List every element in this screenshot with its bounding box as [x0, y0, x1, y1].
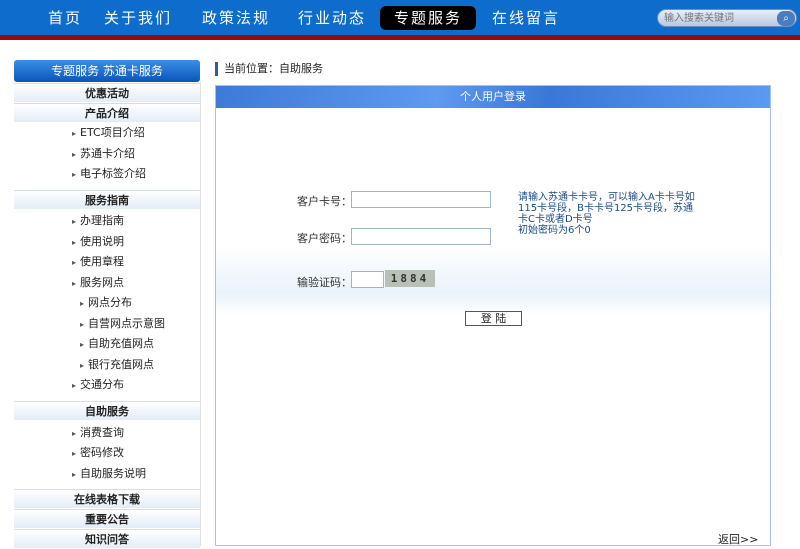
sidebar-section-forms[interactable]: 在线表格下载	[14, 489, 200, 508]
captcha-label: 输验证码：	[297, 276, 352, 289]
sidebar-subitem[interactable]: 自助充值网点	[80, 335, 154, 353]
sidebar-item[interactable]: 电子标签介绍	[72, 165, 146, 183]
sidebar-section-self-service[interactable]: 自助服务	[14, 401, 200, 420]
sidebar-item[interactable]: 交通分布	[72, 376, 124, 394]
sidebar-section-promotions[interactable]: 优惠活动	[14, 83, 200, 102]
card-number-input[interactable]	[351, 191, 491, 208]
top-nav: 首页 关于我们 政策法规 行业动态 专题服务 在线留言 ⌕	[0, 0, 800, 35]
nav-services[interactable]: 专题服务	[380, 6, 477, 30]
sidebar-subitem[interactable]: 网点分布	[80, 294, 132, 312]
search-icon[interactable]: ⌕	[777, 11, 795, 26]
sidebar-item[interactable]: 消费查询	[72, 424, 124, 442]
back-link[interactable]: 返回>>	[718, 531, 758, 547]
card-label: 客户卡号：	[297, 195, 352, 208]
captcha-input[interactable]	[351, 271, 384, 288]
card-hint: 请输入苏通卡卡号，可以输入A卡卡号如115卡号段，B卡卡号125卡号段，苏通卡C…	[518, 192, 695, 225]
nav-news[interactable]: 行业动态	[298, 6, 366, 30]
sidebar-section-faq[interactable]: 知识问答	[14, 529, 200, 548]
password-label: 客户密码：	[297, 232, 352, 245]
sidebar-item[interactable]: 使用说明	[72, 233, 124, 251]
sidebar-title: 专题服务 苏通卡服务	[14, 60, 200, 82]
sidebar-section-guide[interactable]: 服务指南	[14, 190, 200, 209]
password-input[interactable]	[351, 228, 491, 245]
sidebar-item[interactable]: 使用章程	[72, 253, 124, 271]
nav-policy[interactable]: 政策法规	[202, 6, 270, 30]
divider	[200, 82, 201, 546]
search-box: ⌕	[657, 9, 797, 27]
sidebar-subitem[interactable]: 自营网点示意图	[80, 315, 165, 333]
password-hint: 初始密码为6个0	[518, 225, 591, 236]
divider	[0, 35, 800, 40]
nav-about[interactable]: 关于我们	[104, 6, 172, 30]
hint-text: 请输入苏通卡卡号，可以输入A卡卡号如115卡号段，B卡卡号125卡号段，苏通卡C…	[518, 192, 698, 236]
sidebar-item[interactable]: 服务网点	[72, 274, 124, 292]
panel-title: 个人用户登录	[216, 86, 770, 108]
sidebar-subitem[interactable]: 银行充值网点	[80, 356, 154, 374]
captcha-image[interactable]: 1884	[385, 270, 435, 287]
sidebar-section-products[interactable]: 产品介绍	[14, 103, 200, 122]
sidebar-item[interactable]: ETC项目介绍	[72, 124, 145, 142]
sidebar-item[interactable]: 自助服务说明	[72, 465, 146, 483]
sidebar-section-notices[interactable]: 重要公告	[14, 509, 200, 528]
nav-message[interactable]: 在线留言	[492, 6, 560, 30]
sidebar-item[interactable]: 苏通卡介绍	[72, 145, 135, 163]
breadcrumb: 当前位置：自助服务	[215, 62, 323, 76]
login-button[interactable]: 登 陆	[465, 311, 522, 326]
sidebar-item[interactable]: 办理指南	[72, 212, 124, 230]
sidebar-item[interactable]: 密码修改	[72, 444, 124, 462]
search-input[interactable]	[664, 11, 772, 26]
nav-home[interactable]: 首页	[48, 6, 82, 30]
